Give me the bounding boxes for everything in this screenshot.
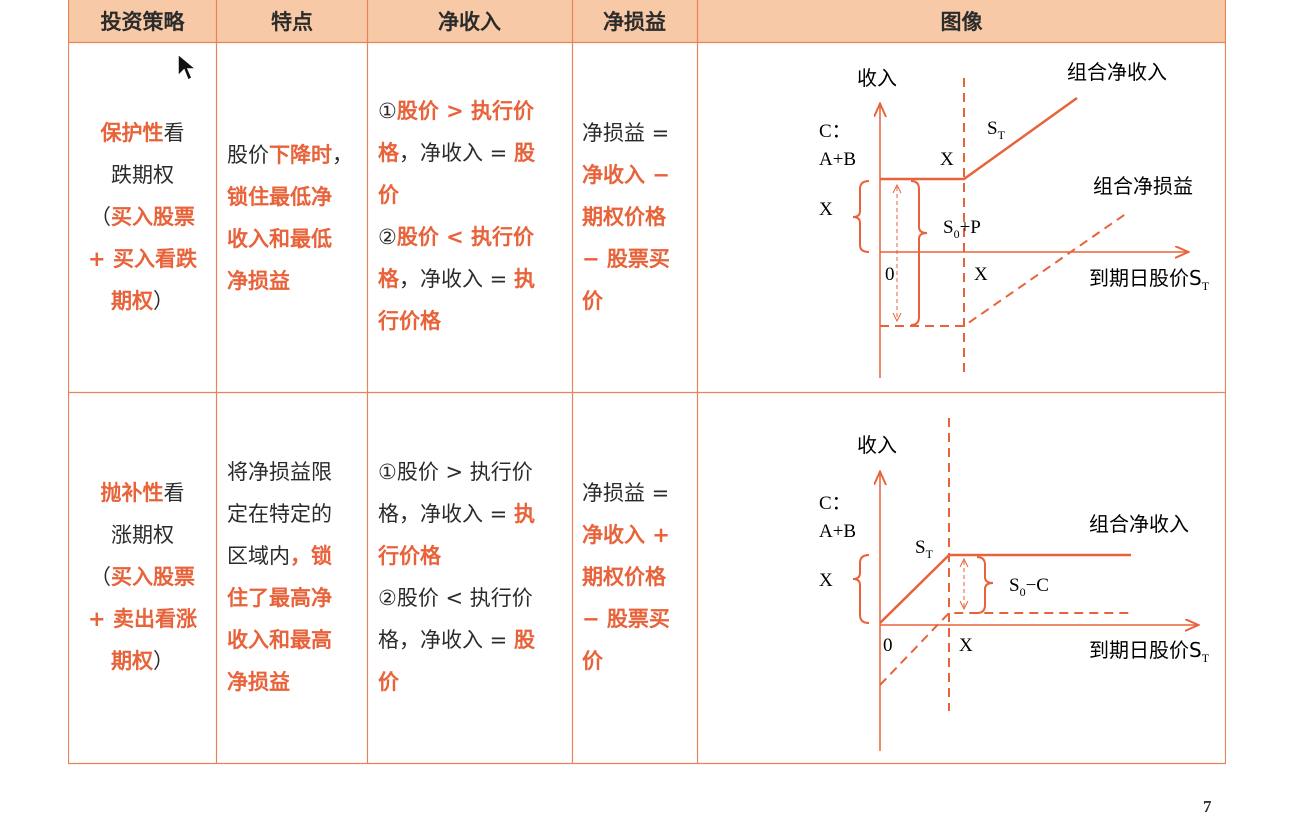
row1-st-label: ST (987, 118, 1006, 142)
row2-combo-income-label: 组合净收入 (1089, 512, 1189, 536)
row1-feature: 股价下降时， 锁住最低净 收入和最低 净损益 (227, 143, 353, 293)
row1-combo-pnl-label: 组合净损益 (1093, 174, 1193, 198)
row2-zero: 0 (883, 635, 893, 656)
row1-ab-label: A+B (819, 149, 856, 170)
row2-y-axis-label: 收入 (857, 433, 897, 457)
row1-strategy: 保护性看 跌期权 （买入股票 + 买入看跌 期权） (88, 121, 197, 313)
row2-pnl: 净损益 = 净收入 + 期权价格 − 股票买 价 (582, 481, 670, 673)
header-feature: 特点 (271, 10, 313, 34)
row1-x-axis-label: 到期日股价ST (1089, 266, 1210, 293)
row2-payoff-diagram: 收入 组合净收入 C： A+B X 0 X ST S0−C 到期日股价ST (819, 418, 1210, 751)
row1-zero: 0 (885, 264, 895, 285)
row1-c-label: C： (819, 121, 851, 142)
row2-feature: 将净损益限 定在特定的 区域内，锁 住了最高净 收入和最高 净损益 (227, 460, 332, 694)
header-pnl: 净损益 (603, 10, 666, 34)
row1-income: ①股价 > 执行价 格，净收入 = 股 价 ②股价 < 执行价 格，净收入 = … (378, 99, 535, 333)
row1-x-left: X (819, 199, 833, 220)
row2-s0c-label: S0−C (1009, 575, 1049, 599)
row1-combo-income-label: 组合净收入 (1067, 60, 1167, 84)
row1-x-top: X (940, 149, 954, 170)
header-figure: 图像 (940, 10, 983, 34)
row2-ab-label: A+B (819, 521, 856, 542)
row2-x-left: X (819, 570, 833, 591)
row1-x-bottom: X (974, 264, 988, 285)
strategy-table: 投资策略 特点 净收入 净损益 图像 保护性看 跌期权 （买入股票 + 买入看跌… (68, 0, 1226, 765)
row2-x-bottom: X (959, 635, 973, 656)
row1-payoff-diagram: 收入 组合净收入 组合净损益 C： A+B X X 0 X ST S0+P 到期… (819, 60, 1210, 378)
header-income: 净收入 (438, 10, 501, 34)
row2-strategy: 抛补性看 涨期权 （买入股票 + 卖出看涨 期权） (88, 481, 197, 673)
row2-c-label: C： (819, 493, 851, 514)
row1-s0p-label: S0+P (943, 217, 981, 241)
row2-x-axis-label: 到期日股价ST (1089, 638, 1210, 665)
mouse-cursor-icon (177, 52, 198, 82)
row1-y-axis-label: 收入 (857, 66, 897, 90)
header-strategy: 投资策略 (100, 10, 185, 34)
row2-income: ①股价 > 执行价 格，净收入 = 执 行价格 ②股价 < 执行价 格，净收入 … (378, 460, 535, 694)
row2-st-label: ST (915, 537, 934, 561)
page-number: 7 (1203, 797, 1212, 816)
row1-pnl: 净损益 = 净收入 − 期权价格 − 股票买 价 (582, 121, 670, 313)
